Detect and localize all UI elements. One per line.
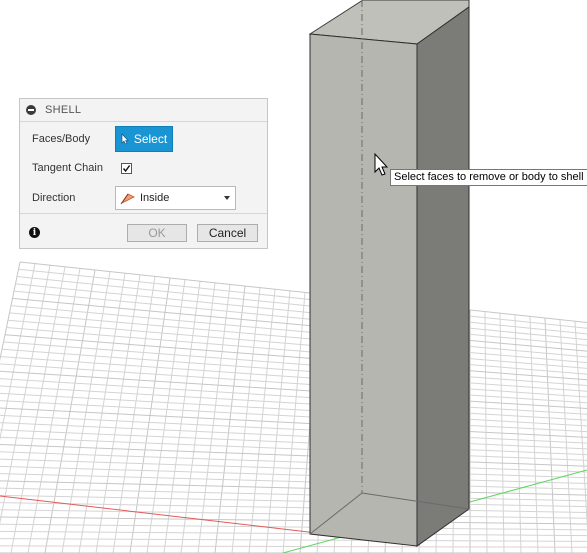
dialog-title: SHELL [45, 104, 82, 116]
tangent-chain-checkbox[interactable] [121, 162, 132, 174]
select-button-label: Select [133, 132, 168, 146]
canvas-scene[interactable] [0, 0, 587, 553]
direction-label: Direction [32, 192, 76, 204]
shell-inside-icon [120, 191, 136, 205]
ground-grid [0, 261, 587, 553]
tooltip: Select faces to remove or body to shell [390, 169, 587, 186]
direction-row: Direction Inside [20, 186, 267, 210]
info-icon[interactable]: i [29, 227, 40, 238]
box-body[interactable] [308, 0, 470, 547]
direction-dropdown[interactable]: Inside [115, 186, 236, 210]
collapse-icon[interactable] [26, 105, 36, 115]
ok-button[interactable]: OK [127, 224, 187, 242]
faces-body-label: Faces/Body [32, 133, 91, 145]
tangent-chain-row: Tangent Chain [20, 161, 267, 175]
tangent-chain-label: Tangent Chain [32, 162, 103, 174]
faces-body-row: Faces/Body Select [20, 126, 267, 152]
shell-dialog: SHELL Faces/Body Select Tangent Chain Di… [19, 98, 268, 249]
dialog-header[interactable]: SHELL [20, 99, 267, 122]
3d-viewport[interactable] [0, 0, 587, 553]
direction-value: Inside [140, 192, 170, 204]
cursor-arrow-icon [121, 133, 129, 145]
chevron-down-icon [224, 196, 230, 200]
checkmark-icon [122, 164, 131, 172]
select-button[interactable]: Select [115, 126, 173, 152]
cancel-button[interactable]: Cancel [197, 224, 258, 242]
dialog-divider [20, 213, 267, 214]
